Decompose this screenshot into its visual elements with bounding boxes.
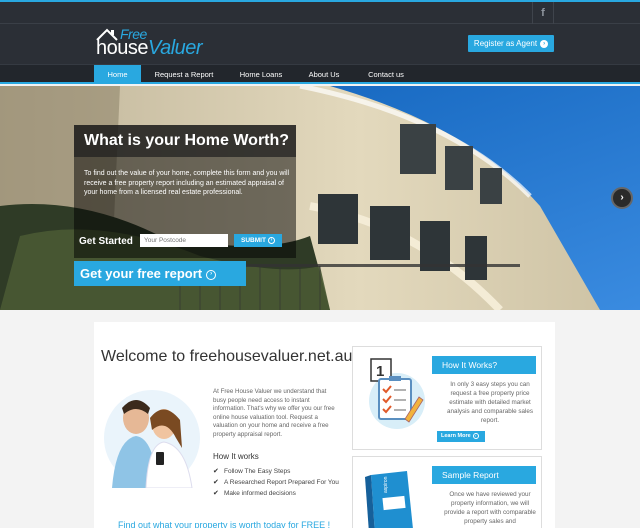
logo-wordmark: houseValuer bbox=[96, 37, 203, 60]
welcome-title: Welcome to freehousevaluer.net.au bbox=[101, 348, 353, 365]
slider-next-icon[interactable]: › bbox=[611, 187, 633, 209]
hero-title-box: What is your Home Worth? bbox=[74, 125, 296, 157]
logo-house-text: house bbox=[96, 37, 149, 59]
steps-list: ✔ Follow The Easy Steps ✔ A Researched Rep… bbox=[213, 468, 343, 501]
step-label: Make informed decisions bbox=[224, 490, 296, 497]
sample-report-book-image: aspiron bbox=[365, 471, 413, 528]
arrow-right-icon: › bbox=[206, 269, 217, 280]
check-icon: ✔ bbox=[213, 468, 219, 475]
how-it-works-heading: How It works bbox=[213, 452, 259, 461]
site-logo[interactable]: Free houseValuer bbox=[96, 24, 216, 60]
free-report-label: Get your free report bbox=[80, 266, 203, 281]
nav-item-request-report[interactable]: Request a Report bbox=[141, 65, 227, 84]
step-label: Follow The Easy Steps bbox=[224, 468, 291, 475]
facebook-icon[interactable]: f bbox=[532, 2, 554, 24]
submit-label: SUBMIT bbox=[241, 237, 266, 244]
find-out-link[interactable]: Find out what your property is worth tod… bbox=[118, 520, 330, 528]
postcode-input[interactable] bbox=[140, 234, 228, 247]
couple-photo bbox=[104, 390, 200, 488]
check-icon: ✔ bbox=[213, 490, 219, 497]
list-item: ✔ A Researched Report Prepared For You bbox=[213, 479, 343, 488]
sample-report-box: aspiron Sample Report Once we have revie… bbox=[352, 456, 542, 528]
main-nav: Home Request a Report Home Loans About U… bbox=[0, 64, 640, 84]
list-item: ✔ Make informed decisions bbox=[213, 490, 343, 499]
submit-button[interactable]: SUBMIT › bbox=[234, 234, 282, 247]
header: Free houseValuer Register as Agent › bbox=[0, 24, 640, 64]
register-as-agent-button[interactable]: Register as Agent › bbox=[468, 35, 554, 52]
arrow-right-icon: › bbox=[540, 39, 549, 48]
main-content: Welcome to freehousevaluer.net.au At Fre… bbox=[94, 322, 555, 528]
learn-more-label: Learn More bbox=[441, 433, 471, 439]
get-started-label: Get Started bbox=[79, 236, 133, 247]
how-it-works-box: 1 How It Works? In only 3 easy steps you… bbox=[352, 346, 542, 450]
intro-text: At Free House Valuer we understand that … bbox=[213, 388, 335, 438]
learn-more-button[interactable]: Learn More › bbox=[437, 431, 485, 442]
how-it-works-text: In only 3 easy steps you can request a f… bbox=[446, 381, 534, 424]
arrow-right-icon: › bbox=[472, 432, 479, 439]
nav-item-contact-us[interactable]: Contact us bbox=[353, 65, 419, 84]
check-icon: ✔ bbox=[213, 479, 219, 486]
how-it-works-title: How It Works? bbox=[432, 356, 536, 374]
nav-item-home-loans[interactable]: Home Loans bbox=[227, 65, 295, 84]
nav-item-home[interactable]: Home bbox=[94, 65, 141, 84]
hero-banner: What is your Home Worth? To find out the… bbox=[0, 86, 640, 310]
clipboard-checklist-icon: 1 bbox=[369, 358, 425, 429]
hero-description: To find out the value of your home, comp… bbox=[84, 170, 290, 196]
list-item: ✔ Follow The Easy Steps bbox=[213, 468, 343, 477]
logo-valuer-text: Valuer bbox=[148, 37, 203, 59]
register-label: Register as Agent bbox=[473, 39, 538, 48]
step-number-text: 1 bbox=[376, 363, 384, 380]
get-free-report-button[interactable]: Get your free report › bbox=[74, 261, 246, 286]
sample-report-text: Once we have reviewed your property info… bbox=[444, 491, 536, 525]
hero-form-panel: What is your Home Worth? To find out the… bbox=[74, 125, 296, 258]
hero-title: What is your Home Worth? bbox=[84, 132, 290, 149]
sample-report-title: Sample Report bbox=[432, 466, 536, 484]
step-label: A Researched Report Prepared For You bbox=[224, 479, 339, 486]
nav-item-about-us[interactable]: About Us bbox=[295, 65, 353, 84]
top-bar: f bbox=[0, 2, 640, 24]
arrow-right-icon: › bbox=[267, 236, 275, 244]
book-brand-text: aspiron bbox=[383, 476, 389, 493]
